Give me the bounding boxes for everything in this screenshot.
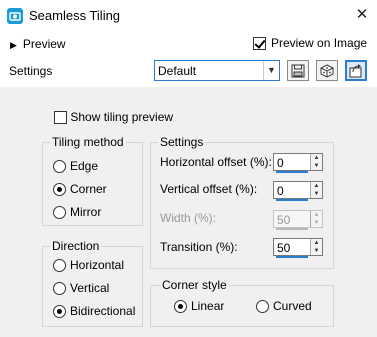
- checkbox-checked-icon: [253, 37, 266, 51]
- dice-icon: [320, 63, 334, 78]
- transition-spinner[interactable]: 50 ▲ ▼: [273, 238, 323, 258]
- slider-bar: [276, 228, 308, 230]
- radio-icon: [53, 206, 66, 220]
- preview-on-image-label: Preview on Image: [271, 36, 368, 50]
- slider-bar[interactable]: [276, 171, 308, 173]
- radio-bidirectional[interactable]: Bidirectional: [53, 303, 135, 319]
- spinner-arrows-icon[interactable]: ▲ ▼: [310, 154, 322, 170]
- checkbox-unchecked-icon: [54, 111, 67, 125]
- horizontal-offset-spinner[interactable]: 0 ▲ ▼: [273, 153, 323, 173]
- radio-corner[interactable]: Corner: [53, 181, 107, 197]
- preview-on-image-checkbox[interactable]: Preview on Image: [253, 35, 367, 51]
- settings-label: Settings: [9, 64, 53, 78]
- transition-value: 50: [277, 241, 291, 255]
- radio-linear[interactable]: Linear: [174, 298, 224, 314]
- horizontal-offset-value: 0: [277, 156, 284, 170]
- save-preset-button[interactable]: [287, 60, 309, 81]
- reset-button[interactable]: [345, 60, 367, 81]
- vertical-offset-value: 0: [277, 184, 284, 198]
- randomize-button[interactable]: [316, 60, 338, 81]
- window-title: Seamless Tiling: [29, 8, 121, 23]
- radio-curved-label: Curved: [273, 299, 312, 313]
- radio-icon: [53, 282, 66, 296]
- slider-bar[interactable]: [276, 199, 308, 201]
- tiling-method-title: Tiling method: [50, 135, 126, 149]
- radio-corner-label: Corner: [70, 182, 107, 196]
- reset-icon: [349, 63, 362, 77]
- show-tiling-preview-checkbox[interactable]: Show tiling preview: [54, 109, 173, 125]
- radio-selected-icon: [53, 305, 66, 319]
- width-label: Width (%):: [160, 211, 217, 225]
- settings-title: Settings: [158, 135, 206, 149]
- horizontal-offset-label: Horizontal offset (%):: [160, 155, 272, 169]
- width-spinner: 50 ▲ ▼: [273, 210, 323, 230]
- preset-dropdown[interactable]: Default ▼: [154, 60, 280, 81]
- radio-edge[interactable]: Edge: [53, 158, 98, 174]
- spinner-arrows-icon: ▲ ▼: [310, 211, 322, 227]
- radio-horizontal-label: Horizontal: [70, 258, 125, 272]
- slider-bar[interactable]: [276, 256, 308, 258]
- spinner-arrows-icon[interactable]: ▲ ▼: [310, 239, 322, 255]
- floppy-disk-icon: [291, 64, 305, 77]
- radio-mirror[interactable]: Mirror: [53, 204, 101, 220]
- preview-expander[interactable]: ▶ Preview: [10, 36, 66, 52]
- radio-icon: [53, 160, 66, 174]
- radio-selected-icon: [53, 183, 66, 197]
- vertical-offset-spinner[interactable]: 0 ▲ ▼: [273, 181, 323, 201]
- corner-style-title: Corner style: [160, 278, 229, 292]
- chevron-right-icon: ▶: [10, 40, 17, 50]
- preview-label: Preview: [22, 37, 66, 51]
- width-value: 50: [277, 213, 291, 227]
- vertical-offset-label: Vertical offset (%):: [160, 182, 258, 196]
- radio-vertical[interactable]: Vertical: [53, 280, 109, 296]
- radio-mirror-label: Mirror: [70, 205, 102, 219]
- radio-linear-label: Linear: [191, 299, 225, 313]
- direction-title: Direction: [50, 239, 102, 253]
- radio-curved[interactable]: Curved: [256, 298, 312, 314]
- radio-vertical-label: Vertical: [70, 281, 110, 295]
- radio-icon: [53, 259, 66, 273]
- radio-icon: [256, 300, 269, 314]
- radio-selected-icon: [174, 300, 187, 314]
- radio-edge-label: Edge: [70, 159, 99, 173]
- chevron-down-icon: ▼: [263, 61, 279, 80]
- radio-bidirectional-label: Bidirectional: [70, 304, 136, 318]
- spinner-arrows-icon[interactable]: ▲ ▼: [310, 182, 322, 198]
- preset-value: Default: [158, 64, 197, 78]
- app-icon: [7, 8, 23, 24]
- transition-label: Transition (%):: [160, 240, 238, 254]
- radio-horizontal[interactable]: Horizontal: [53, 257, 124, 273]
- show-tiling-preview-label: Show tiling preview: [70, 110, 174, 124]
- close-icon[interactable]: ✕: [352, 5, 372, 25]
